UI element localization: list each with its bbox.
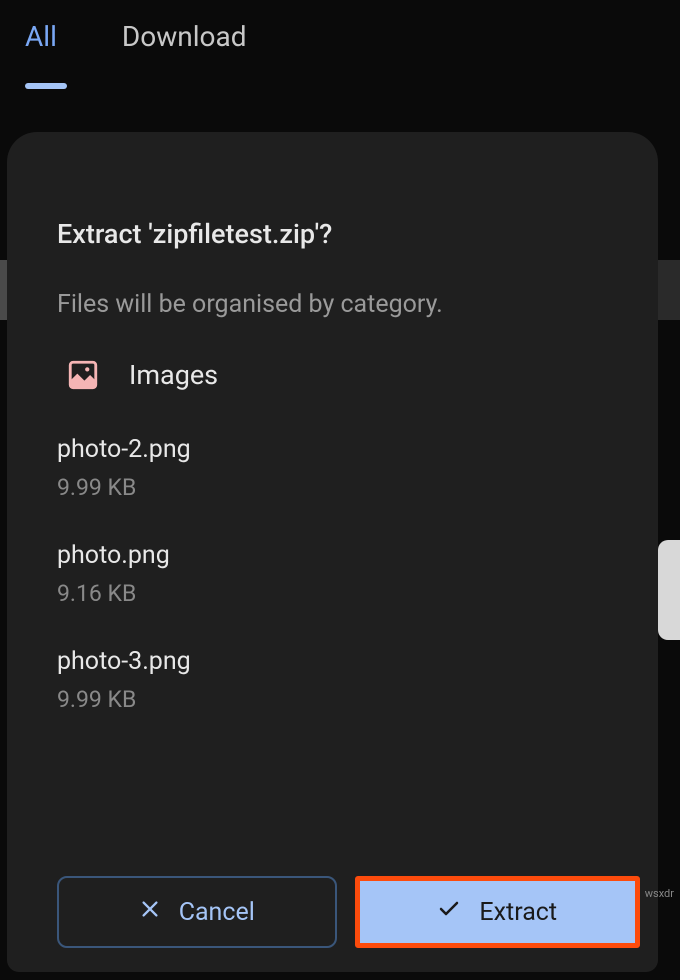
tabs-bar: All Download	[0, 0, 680, 63]
file-size: 9.16 KB	[57, 580, 608, 607]
file-name: photo-3.png	[57, 647, 608, 676]
file-list: photo-2.png 9.99 KB photo.png 9.16 KB ph…	[57, 435, 608, 713]
extract-dialog: Extract 'zipfiletest.zip'? Files will be…	[7, 132, 658, 972]
tab-all[interactable]: All	[25, 20, 57, 53]
list-item: photo-3.png 9.99 KB	[57, 647, 608, 713]
dialog-content: Extract 'zipfiletest.zip'? Files will be…	[7, 132, 658, 876]
check-icon	[437, 897, 461, 928]
extract-label: Extract	[479, 898, 557, 927]
bg-strip	[0, 260, 7, 320]
file-name: photo-2.png	[57, 435, 608, 464]
dialog-title: Extract 'zipfiletest.zip'?	[57, 218, 608, 250]
file-size: 9.99 KB	[57, 686, 608, 713]
dialog-actions: Cancel Extract	[7, 876, 658, 972]
image-icon	[65, 357, 101, 393]
tab-indicator	[25, 83, 67, 89]
file-size: 9.99 KB	[57, 474, 608, 501]
tab-download[interactable]: Download	[122, 20, 247, 53]
dialog-subtitle: Files will be organised by category.	[57, 290, 608, 319]
list-item: photo.png 9.16 KB	[57, 541, 608, 607]
close-icon	[139, 898, 161, 927]
watermark: wsxdr	[645, 887, 674, 900]
category-header: Images	[65, 357, 608, 393]
category-label: Images	[129, 359, 218, 391]
bg-strip	[658, 260, 680, 320]
bg-strip	[658, 540, 680, 640]
cancel-button[interactable]: Cancel	[57, 876, 337, 948]
cancel-label: Cancel	[179, 898, 255, 927]
extract-button[interactable]: Extract	[355, 876, 641, 948]
list-item: photo-2.png 9.99 KB	[57, 435, 608, 501]
file-name: photo.png	[57, 541, 608, 570]
